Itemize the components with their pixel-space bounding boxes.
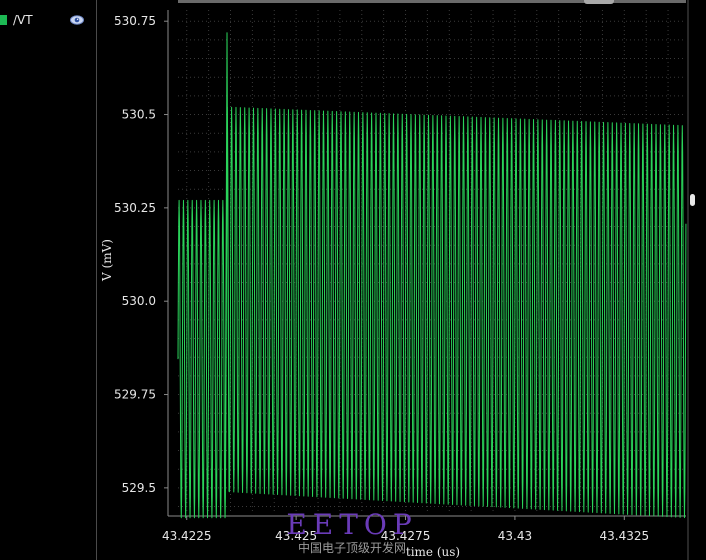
watermark-subtitle: 中国电子顶级开发网 (298, 540, 406, 555)
y-axis-label: V (mV) (100, 239, 114, 282)
x-tick-label-3: 43.43 (498, 529, 532, 543)
plot-area: 529.5 529.75 530.0 530.25 530.5 530.75 43.422… (100, 0, 695, 560)
y-tick-labels: 529.5 529.75 530.0 530.25 530.5 530.75 (114, 14, 168, 495)
y-tick-label-2: 530.0 (122, 294, 156, 308)
watermark-logo: EETOP (286, 508, 417, 541)
top-scrollbar-thumb[interactable] (584, 0, 614, 4)
x-tick-label-4: 43.4325 (599, 529, 649, 543)
series-line-vt (177, 106, 687, 519)
y-tick-label-1: 529.75 (114, 388, 156, 402)
right-scroll-handle[interactable] (690, 194, 695, 206)
y-tick-label-5: 530.75 (114, 14, 156, 28)
x-axis-label: time (us) (406, 545, 460, 559)
y-tick-label-4: 530.5 (122, 108, 156, 122)
y-tick-label-0: 529.5 (122, 481, 156, 495)
y-tick-label-3: 530.25 (114, 201, 156, 215)
x-tick-label-0: 43.4225 (162, 529, 212, 543)
